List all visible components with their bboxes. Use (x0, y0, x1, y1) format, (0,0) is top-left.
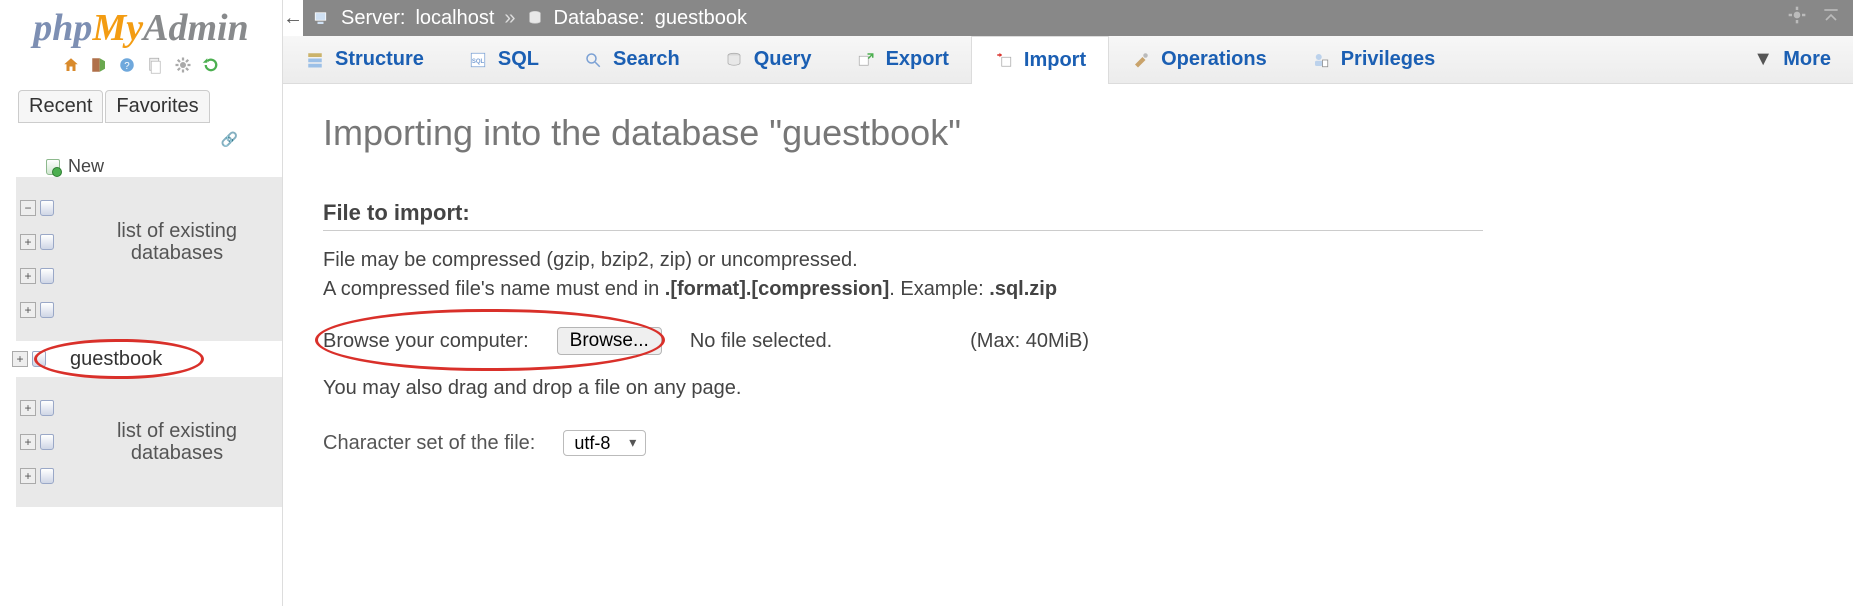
database-icon (40, 200, 54, 216)
tree-expand-icon[interactable]: + (20, 234, 36, 250)
tree-expand-icon[interactable]: + (20, 468, 36, 484)
hint-compression: File may be compressed (gzip, bzip2, zip… (323, 249, 1803, 272)
tree-item-guestbook[interactable]: + guestbook (8, 341, 282, 377)
sql-icon: SQL (468, 50, 488, 70)
database-icon (40, 268, 54, 284)
collapse-top-icon[interactable] (1821, 5, 1841, 31)
breadcrumb-sep: » (504, 7, 515, 30)
import-icon (994, 51, 1014, 71)
sidebar-tabs: Recent Favorites (0, 86, 282, 131)
query-icon (724, 50, 744, 70)
max-size-label: (Max: 40MiB) (970, 330, 1089, 353)
database-icon (40, 400, 54, 416)
database-icon (40, 434, 54, 450)
file-selected-status: No file selected. (690, 330, 832, 353)
tab-favorites[interactable]: Favorites (105, 90, 209, 123)
tab-import[interactable]: Import (971, 36, 1109, 84)
database-icon (40, 234, 54, 250)
database-icon (40, 302, 54, 318)
settings-gear-icon[interactable] (172, 54, 194, 76)
sidebar: phpMyAdmin ? Recent Favorites 🔗 New (0, 0, 283, 606)
section-header: File to import: (323, 200, 1483, 231)
breadcrumb-db-label: Database: (554, 7, 645, 30)
browse-label: Browse your computer: (323, 330, 529, 353)
settings-gear-icon[interactable] (1787, 5, 1807, 31)
operations-icon (1131, 50, 1151, 70)
tab-query[interactable]: Query (702, 36, 834, 83)
content-pane: Importing into the database "guestbook" … (283, 84, 1843, 484)
breadcrumb-server-value[interactable]: localhost (415, 7, 494, 30)
server-icon (313, 9, 331, 27)
tab-privileges[interactable]: Privileges (1289, 36, 1458, 83)
export-icon (856, 50, 876, 70)
tree-expand-icon[interactable]: + (12, 351, 28, 367)
new-database-icon (46, 159, 60, 175)
tree-expand-icon[interactable]: + (20, 268, 36, 284)
tab-sql[interactable]: SQL SQL (446, 36, 561, 83)
main-column: ← Server: localhost » Database: guestboo… (283, 0, 1853, 606)
privileges-icon (1311, 50, 1331, 70)
tab-export[interactable]: Export (834, 36, 971, 83)
db-tree: New − + list of existing databases (0, 152, 282, 507)
hint-dragdrop: You may also drag and drop a file on any… (323, 377, 1803, 400)
charset-select[interactable]: utf-8 (563, 430, 646, 456)
charset-label: Character set of the file: (323, 432, 535, 455)
tree-new-db[interactable]: New (8, 156, 282, 177)
tree-item-label: guestbook (64, 348, 162, 371)
structure-icon (305, 50, 325, 70)
exit-icon[interactable] (88, 54, 110, 76)
breadcrumb-server-label: Server: (341, 7, 405, 30)
page-title: Importing into the database "guestbook" (323, 112, 1803, 154)
tree-expand-icon[interactable]: + (20, 434, 36, 450)
row-browse: Browse your computer: Browse... No file … (323, 327, 1803, 355)
tree-expand-icon[interactable]: + (20, 302, 36, 318)
db-placeholder-label: list of existing databases (72, 420, 282, 464)
database-icon (32, 351, 46, 367)
browse-button[interactable]: Browse... (557, 327, 662, 355)
hint-filename: A compressed file's name must end in .[f… (323, 278, 1803, 301)
svg-text:?: ? (124, 61, 130, 72)
search-icon (583, 50, 603, 70)
tab-structure[interactable]: Structure (283, 36, 446, 83)
tabbar: Structure SQL SQL Search Query Export Im… (283, 36, 1853, 84)
docs-icon[interactable] (144, 54, 166, 76)
tab-recent[interactable]: Recent (18, 90, 103, 123)
phpmyadmin-logo: phpMyAdmin (0, 0, 282, 52)
tree-block-1: − + list of existing databases + (16, 177, 282, 341)
help-icon[interactable]: ? (116, 54, 138, 76)
database-icon (40, 468, 54, 484)
breadcrumb-db-value[interactable]: guestbook (655, 7, 747, 30)
breadcrumb: ← Server: localhost » Database: guestboo… (283, 0, 1853, 36)
reload-icon[interactable] (200, 54, 222, 76)
link-chain-icon: 🔗 (221, 131, 238, 148)
tree-expand-icon[interactable]: + (20, 400, 36, 416)
database-icon (526, 9, 544, 27)
tab-operations[interactable]: Operations (1109, 36, 1289, 83)
back-arrow-icon[interactable]: ← (283, 0, 303, 36)
tree-block-2: + + list of existing databases + (16, 377, 282, 507)
db-placeholder-label: list of existing databases (72, 220, 282, 264)
home-icon[interactable] (60, 54, 82, 76)
tab-search[interactable]: Search (561, 36, 702, 83)
tree-collapse-icon[interactable]: − (20, 200, 36, 216)
tab-more[interactable]: ▼ More (1731, 36, 1853, 83)
sidebar-link-toggle[interactable]: 🔗 (0, 131, 282, 152)
row-charset: Character set of the file: utf-8 (323, 430, 1803, 456)
sidebar-iconbar: ? (0, 52, 282, 86)
tree-new-label: New (68, 156, 104, 177)
svg-text:SQL: SQL (472, 59, 485, 65)
more-dropdown-icon: ▼ (1753, 50, 1773, 70)
